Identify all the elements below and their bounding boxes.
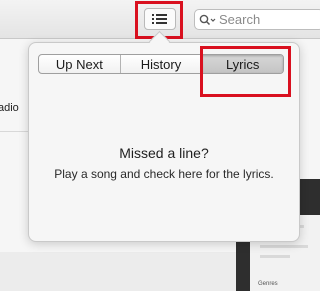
empty-state-title: Missed a line?	[119, 145, 209, 161]
genres-label: Genres	[258, 281, 278, 287]
sidebar-item-label[interactable]: adio	[0, 102, 19, 114]
tab-up-next[interactable]: Up Next	[39, 55, 121, 73]
empty-state-message: Play a song and check here for the lyric…	[54, 167, 274, 181]
lyrics-tab-highlight	[200, 46, 291, 97]
preview-line	[260, 255, 290, 258]
preview-line	[260, 245, 308, 248]
divider	[0, 131, 30, 132]
search-input[interactable]	[219, 12, 309, 27]
search-icon	[199, 14, 216, 25]
search-field[interactable]	[194, 9, 320, 30]
tab-history[interactable]: History	[121, 55, 203, 73]
